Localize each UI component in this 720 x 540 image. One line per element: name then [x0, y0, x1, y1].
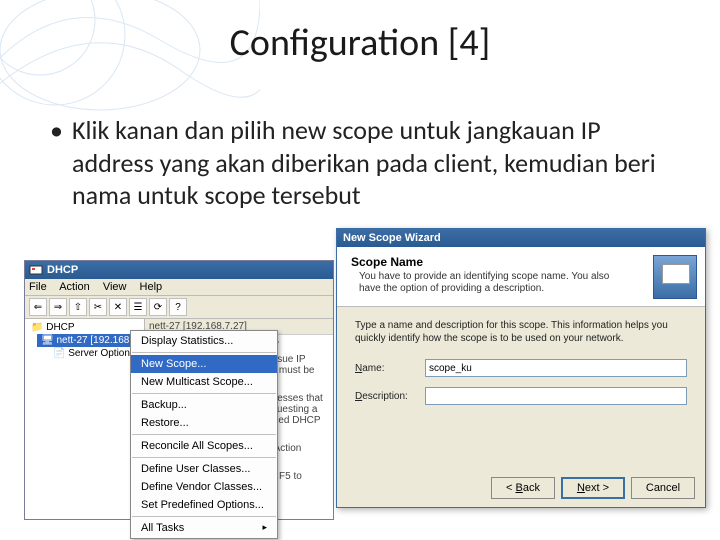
toolbar-help-icon[interactable]: ?	[169, 298, 187, 316]
description-label: Description:	[355, 391, 425, 402]
context-menu[interactable]: Display Statistics... New Scope... New M…	[130, 330, 278, 539]
new-scope-wizard: New Scope Wizard Scope Name You have to …	[336, 228, 706, 508]
cm-restore[interactable]: Restore...	[131, 414, 277, 432]
cm-separator	[132, 393, 276, 394]
toolbar-properties-icon[interactable]: ☰	[129, 298, 147, 316]
tree-root[interactable]: 📁 DHCP	[27, 321, 142, 334]
cm-separator	[132, 457, 276, 458]
wizard-banner-icon	[653, 255, 697, 299]
name-input[interactable]	[425, 359, 687, 377]
wizard-instruction: Type a name and description for this sco…	[355, 319, 687, 345]
tree-server[interactable]: 🖥 nett-27 [192.168.7.27]	[37, 334, 142, 347]
wizard-header-title: Scope Name	[351, 255, 695, 269]
cm-separator	[132, 352, 276, 353]
dhcp-toolbar: ⇐ ⇒ ⇧ ✂ ✕ ☰ ⟳ ?	[25, 296, 333, 319]
cm-new-multicast-scope[interactable]: New Multicast Scope...	[131, 373, 277, 391]
back-button[interactable]: < Back	[491, 477, 555, 499]
toolbar-back-icon[interactable]: ⇐	[29, 298, 47, 316]
wizard-header: Scope Name You have to provide an identi…	[337, 247, 705, 307]
cm-backup[interactable]: Backup...	[131, 396, 277, 414]
next-button[interactable]: Next >	[561, 477, 625, 499]
menu-file[interactable]: File	[29, 281, 47, 293]
toolbar-delete-icon[interactable]: ✕	[109, 298, 127, 316]
name-label: Name:	[355, 363, 425, 374]
slide-body: • Klik kanan dan pilih new scope untuk j…	[50, 114, 660, 212]
dhcp-window-title: DHCP	[47, 264, 78, 276]
toolbar-refresh-icon[interactable]: ⟳	[149, 298, 167, 316]
dhcp-titlebar: DHCP	[25, 261, 333, 279]
cm-new-scope[interactable]: New Scope...	[131, 355, 277, 373]
menu-help[interactable]: Help	[140, 281, 163, 293]
cm-reconcile-all-scopes[interactable]: Reconcile All Scopes...	[131, 437, 277, 455]
wizard-body: Type a name and description for this sco…	[337, 307, 705, 427]
wizard-header-subtitle: You have to provide an identifying scope…	[351, 271, 621, 295]
menu-action[interactable]: Action	[59, 281, 90, 293]
dhcp-menubar[interactable]: File Action View Help	[25, 279, 333, 296]
toolbar-cut-icon[interactable]: ✂	[89, 298, 107, 316]
bullet-icon: •	[50, 114, 72, 212]
cm-define-user-classes[interactable]: Define User Classes...	[131, 460, 277, 478]
wizard-button-row: < Back Next > Cancel	[491, 477, 695, 499]
cm-all-tasks[interactable]: All Tasks	[131, 519, 277, 537]
cm-separator	[132, 434, 276, 435]
cm-set-predefined-options[interactable]: Set Predefined Options...	[131, 496, 277, 514]
cm-separator	[132, 516, 276, 517]
toolbar-forward-icon[interactable]: ⇒	[49, 298, 67, 316]
tree-server-options[interactable]: 📄 Server Options	[49, 347, 142, 360]
description-input[interactable]	[425, 387, 687, 405]
cm-display-statistics[interactable]: Display Statistics...	[131, 332, 277, 350]
slide-title: Configuration [4]	[0, 20, 720, 66]
toolbar-up-icon[interactable]: ⇧	[69, 298, 87, 316]
bullet-text: Klik kanan dan pilih new scope untuk jan…	[72, 114, 660, 212]
cancel-button[interactable]: Cancel	[631, 477, 695, 499]
cm-define-vendor-classes[interactable]: Define Vendor Classes...	[131, 478, 277, 496]
dhcp-icon	[29, 263, 43, 277]
menu-view[interactable]: View	[103, 281, 127, 293]
wizard-titlebar: New Scope Wizard	[337, 229, 705, 247]
dhcp-tree[interactable]: 📁 DHCP 🖥 nett-27 [192.168.7.27] 📄 Server…	[25, 319, 145, 519]
